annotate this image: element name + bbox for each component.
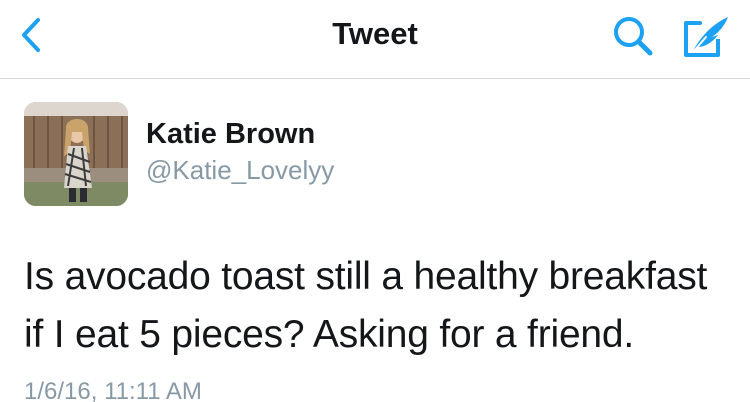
- author-display-name[interactable]: Katie Brown: [146, 118, 315, 151]
- chevron-left-icon: [22, 18, 40, 52]
- search-icon: [614, 17, 653, 56]
- tweet-text-line: if I eat 5 pieces? Asking for a friend.: [24, 313, 635, 356]
- tweet-timestamp: 1/6/16, 11:11 AM: [24, 378, 202, 402]
- profile-photo: [24, 102, 128, 206]
- author-handle[interactable]: @Katie_Lovelyy: [146, 155, 334, 186]
- compose-tweet-icon: [684, 17, 728, 57]
- compose-tweet-button[interactable]: [682, 13, 732, 59]
- tweet-text: Is avocado toast still a healthy breakfa…: [24, 248, 739, 364]
- search-button[interactable]: [610, 13, 656, 59]
- top-navigation-bar: Tweet: [0, 0, 750, 79]
- back-button[interactable]: [16, 16, 48, 54]
- tweet-text-line: Is avocado toast still a healthy breakfa…: [24, 255, 708, 298]
- avatar[interactable]: [24, 102, 128, 206]
